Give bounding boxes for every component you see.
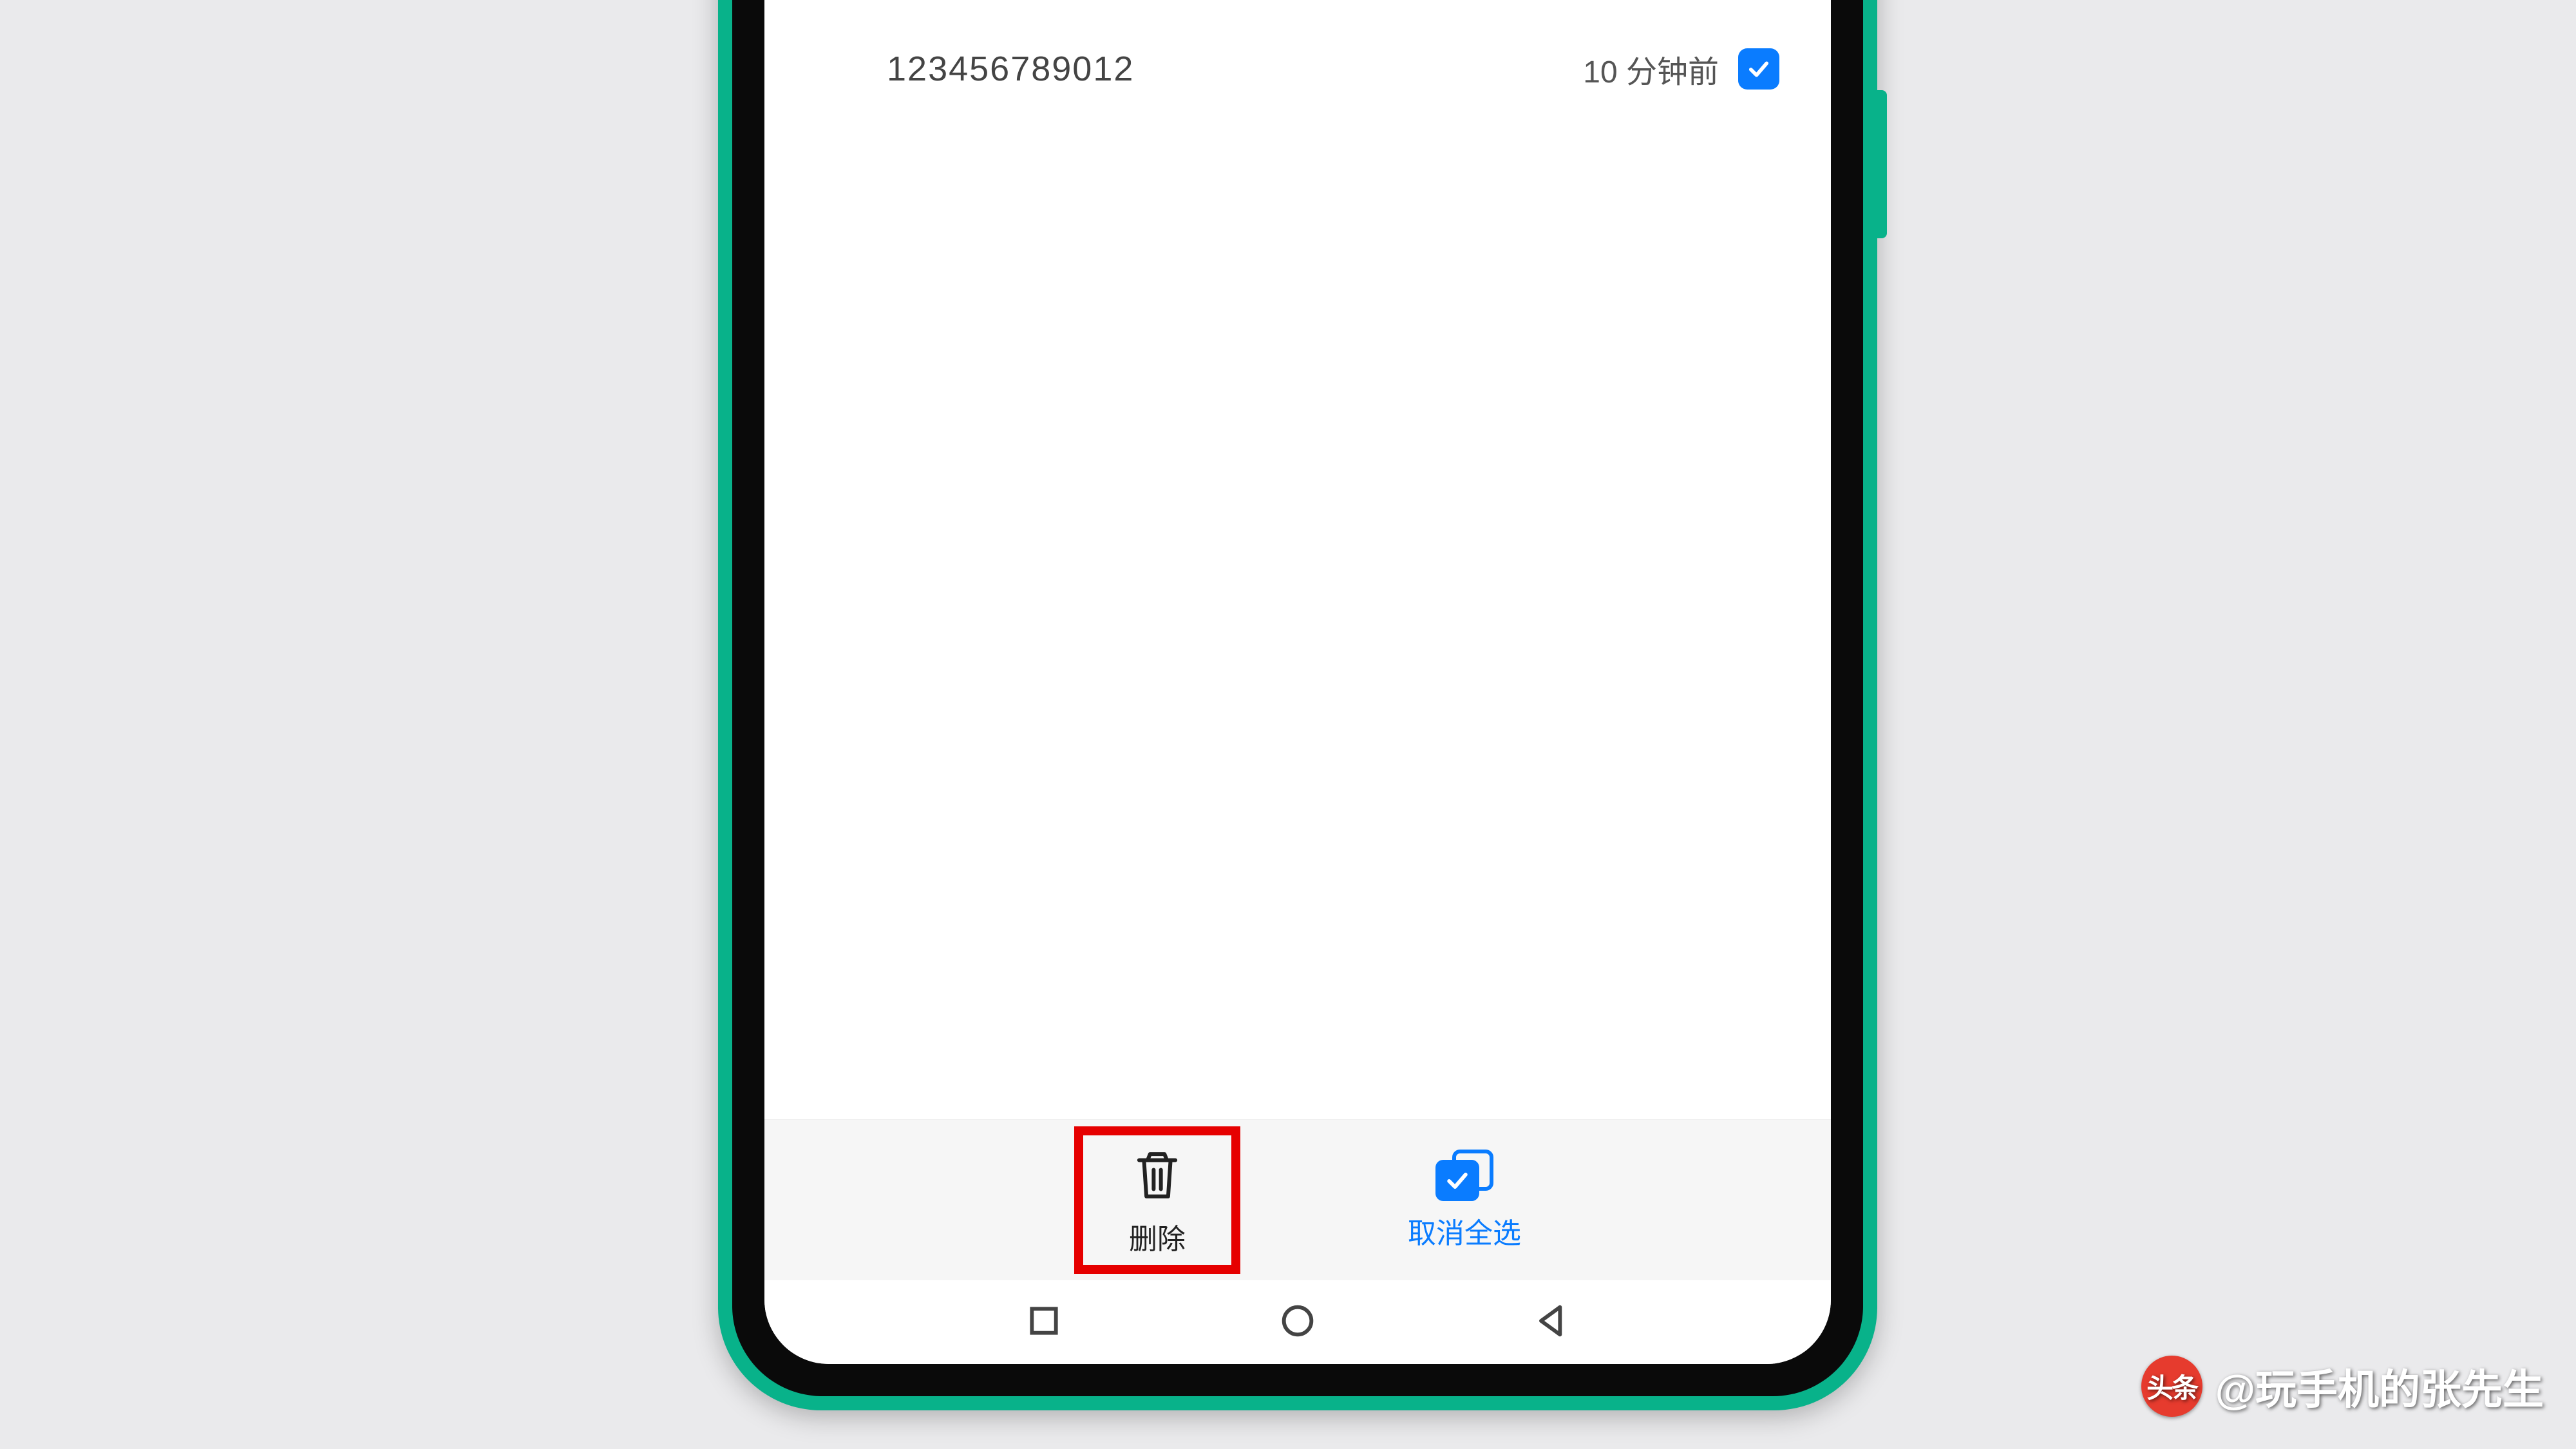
watermark-logo: 头条 (2141, 1356, 2202, 1417)
watermark: 头条 @玩手机的张先生 (2141, 1356, 2544, 1417)
power-button (1877, 90, 1887, 238)
timestamp-text: 10 分钟前 (1583, 46, 1719, 91)
item-checkbox[interactable] (1738, 48, 1779, 90)
recents-icon[interactable] (1023, 1300, 1065, 1345)
back-icon[interactable] (1531, 1300, 1572, 1345)
deselect-label: 取消全选 (1408, 1210, 1521, 1251)
trash-icon (1128, 1146, 1186, 1207)
deselect-icon (1435, 1150, 1493, 1201)
home-icon[interactable] (1277, 1300, 1318, 1345)
deselect-all-button[interactable]: 取消全选 (1408, 1150, 1521, 1251)
delete-label: 删除 (1129, 1216, 1186, 1257)
phone-frame: 123456789012 10 分钟前 (718, 0, 1877, 1410)
list-item[interactable]: 123456789012 10 分钟前 (816, 46, 1779, 91)
phone-number-text: 123456789012 (887, 49, 1134, 89)
check-icon (1745, 55, 1772, 82)
android-nav-bar (764, 1280, 1831, 1364)
phone-screen: 123456789012 10 分钟前 (764, 0, 1831, 1364)
delete-button[interactable]: 删除 (1074, 1126, 1240, 1274)
bottom-toolbar: 删除 取消全选 (764, 1119, 1831, 1280)
list-item-right: 10 分钟前 (1583, 46, 1779, 91)
phone-bezel: 123456789012 10 分钟前 (732, 0, 1863, 1396)
watermark-author: @玩手机的张先生 (2215, 1357, 2544, 1416)
